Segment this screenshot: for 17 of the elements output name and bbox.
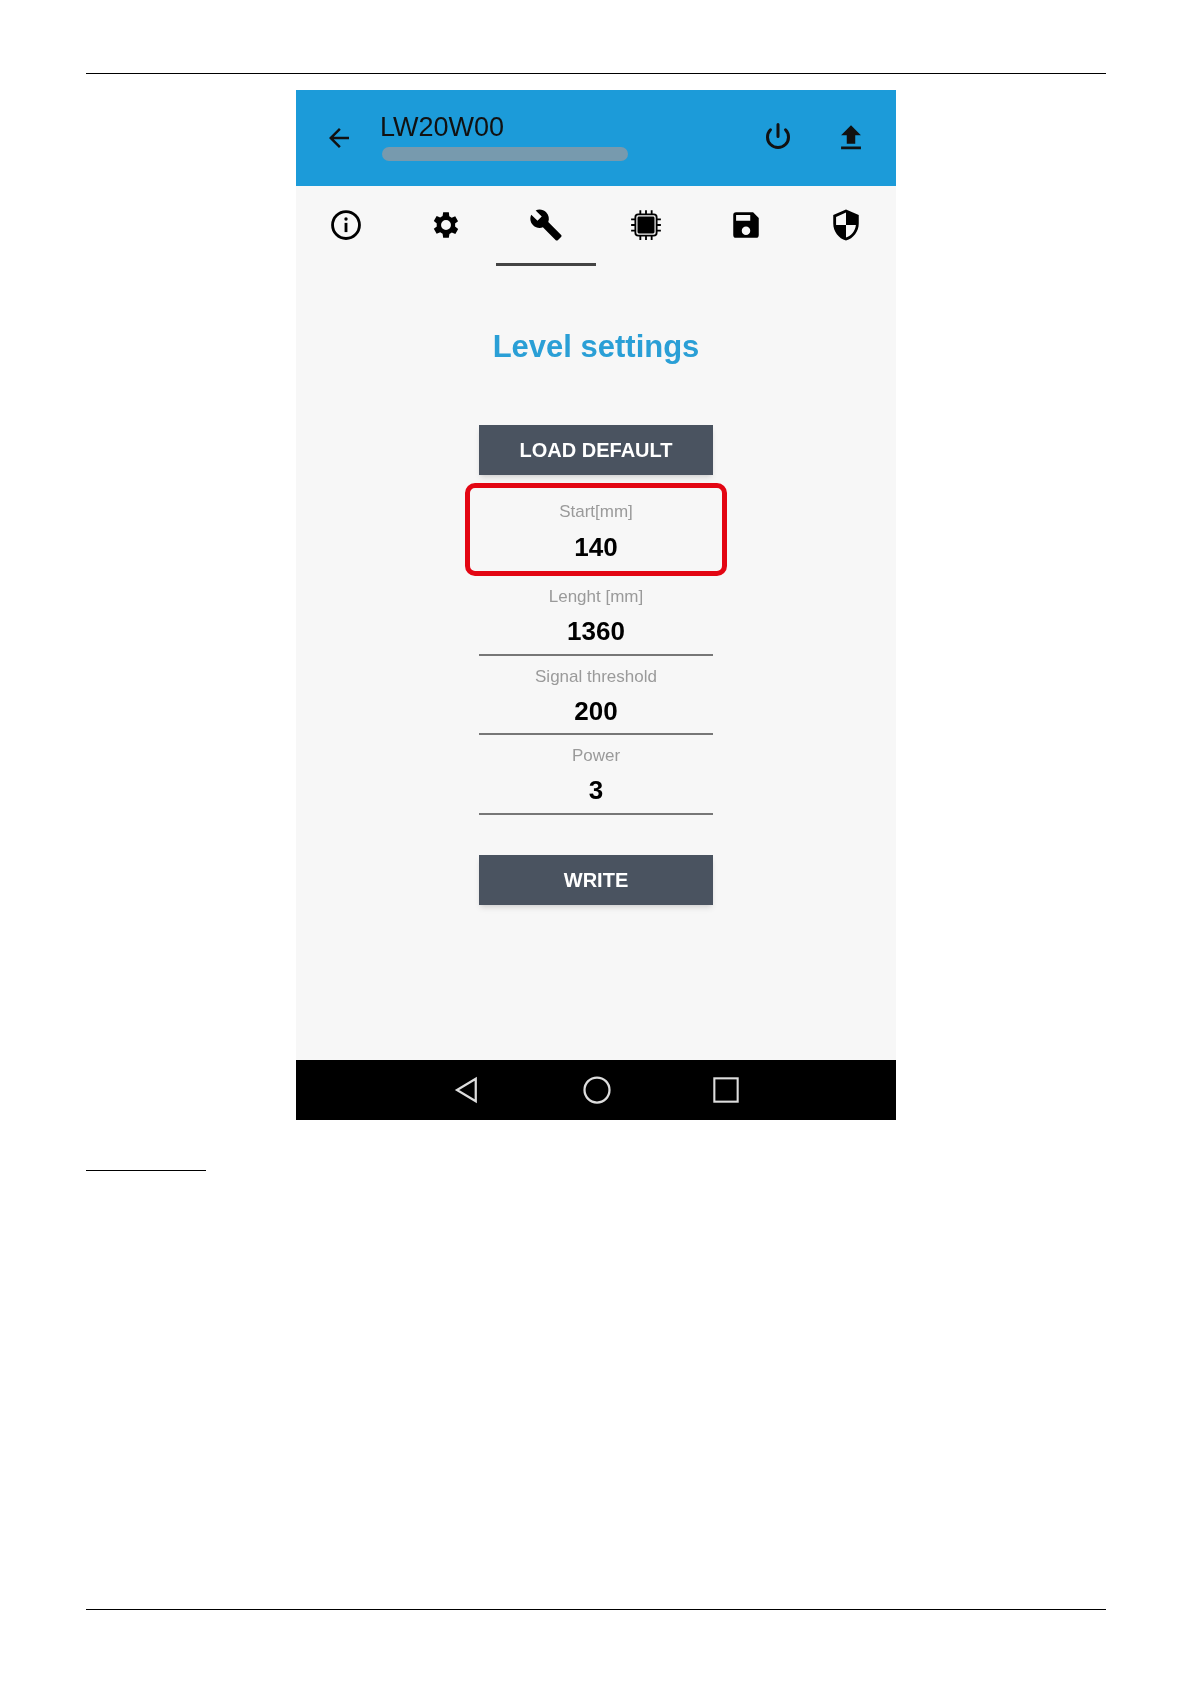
square-icon[interactable]: [712, 1076, 740, 1104]
input-field[interactable]: 1360: [479, 609, 713, 656]
info-icon: [329, 207, 363, 242]
chip-icon: [629, 207, 663, 242]
home-circle-icon[interactable]: [582, 1075, 612, 1105]
wrench-icon: [529, 207, 563, 242]
write-button[interactable]: WRITE: [479, 854, 713, 905]
field-label: Signal threshold: [535, 665, 657, 688]
field-label: Lenght [mm]: [548, 586, 644, 608]
device-title: LW20W00: [380, 111, 506, 143]
input-field[interactable]: 3: [479, 768, 713, 815]
input-field[interactable]: 140: [479, 524, 713, 570]
load-default-button[interactable]: LOAD DEFAULT: [479, 424, 713, 475]
field-label: Power: [571, 745, 621, 767]
section-heading: Level settings: [492, 328, 700, 366]
field-label: Start[mm]: [559, 500, 633, 523]
input-field[interactable]: 200: [479, 689, 713, 735]
